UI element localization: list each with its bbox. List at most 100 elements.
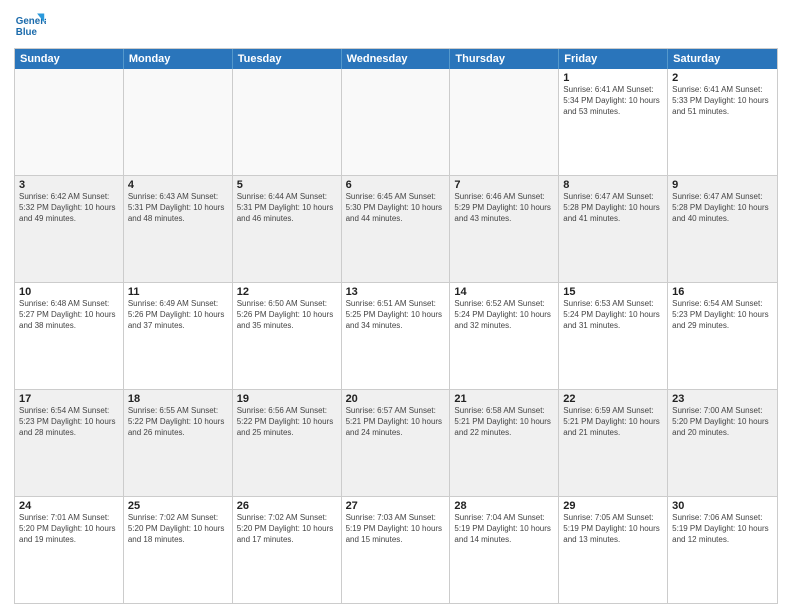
calendar-cell: 22Sunrise: 6:59 AM Sunset: 5:21 PM Dayli… [559, 390, 668, 496]
day-info: Sunrise: 7:04 AM Sunset: 5:19 PM Dayligh… [454, 513, 554, 545]
day-info: Sunrise: 6:59 AM Sunset: 5:21 PM Dayligh… [563, 406, 663, 438]
day-info: Sunrise: 7:05 AM Sunset: 5:19 PM Dayligh… [563, 513, 663, 545]
day-info: Sunrise: 6:58 AM Sunset: 5:21 PM Dayligh… [454, 406, 554, 438]
day-info: Sunrise: 7:00 AM Sunset: 5:20 PM Dayligh… [672, 406, 773, 438]
weekday-header-sunday: Sunday [15, 49, 124, 69]
day-number: 10 [19, 286, 119, 298]
calendar-cell: 15Sunrise: 6:53 AM Sunset: 5:24 PM Dayli… [559, 283, 668, 389]
day-info: Sunrise: 6:48 AM Sunset: 5:27 PM Dayligh… [19, 299, 119, 331]
calendar-cell: 21Sunrise: 6:58 AM Sunset: 5:21 PM Dayli… [450, 390, 559, 496]
calendar-cell: 25Sunrise: 7:02 AM Sunset: 5:20 PM Dayli… [124, 497, 233, 603]
day-number: 24 [19, 500, 119, 512]
day-info: Sunrise: 7:01 AM Sunset: 5:20 PM Dayligh… [19, 513, 119, 545]
weekday-header-tuesday: Tuesday [233, 49, 342, 69]
day-info: Sunrise: 6:54 AM Sunset: 5:23 PM Dayligh… [672, 299, 773, 331]
calendar-cell: 12Sunrise: 6:50 AM Sunset: 5:26 PM Dayli… [233, 283, 342, 389]
day-number: 9 [672, 179, 773, 191]
day-info: Sunrise: 6:47 AM Sunset: 5:28 PM Dayligh… [563, 192, 663, 224]
day-info: Sunrise: 6:52 AM Sunset: 5:24 PM Dayligh… [454, 299, 554, 331]
header: General Blue [14, 10, 778, 42]
day-number: 3 [19, 179, 119, 191]
day-number: 23 [672, 393, 773, 405]
calendar-cell: 1Sunrise: 6:41 AM Sunset: 5:34 PM Daylig… [559, 69, 668, 175]
calendar-cell: 13Sunrise: 6:51 AM Sunset: 5:25 PM Dayli… [342, 283, 451, 389]
calendar-cell [450, 69, 559, 175]
day-number: 28 [454, 500, 554, 512]
day-info: Sunrise: 6:56 AM Sunset: 5:22 PM Dayligh… [237, 406, 337, 438]
day-number: 18 [128, 393, 228, 405]
calendar-header: SundayMondayTuesdayWednesdayThursdayFrid… [15, 49, 777, 69]
day-number: 8 [563, 179, 663, 191]
calendar-cell [342, 69, 451, 175]
calendar-cell [15, 69, 124, 175]
calendar-cell: 8Sunrise: 6:47 AM Sunset: 5:28 PM Daylig… [559, 176, 668, 282]
calendar-cell: 6Sunrise: 6:45 AM Sunset: 5:30 PM Daylig… [342, 176, 451, 282]
day-info: Sunrise: 6:46 AM Sunset: 5:29 PM Dayligh… [454, 192, 554, 224]
day-number: 27 [346, 500, 446, 512]
day-number: 20 [346, 393, 446, 405]
day-info: Sunrise: 6:44 AM Sunset: 5:31 PM Dayligh… [237, 192, 337, 224]
day-number: 22 [563, 393, 663, 405]
day-number: 4 [128, 179, 228, 191]
day-number: 6 [346, 179, 446, 191]
calendar-cell: 17Sunrise: 6:54 AM Sunset: 5:23 PM Dayli… [15, 390, 124, 496]
day-number: 19 [237, 393, 337, 405]
day-info: Sunrise: 6:51 AM Sunset: 5:25 PM Dayligh… [346, 299, 446, 331]
calendar-cell: 4Sunrise: 6:43 AM Sunset: 5:31 PM Daylig… [124, 176, 233, 282]
calendar-cell [233, 69, 342, 175]
day-number: 13 [346, 286, 446, 298]
calendar-cell: 19Sunrise: 6:56 AM Sunset: 5:22 PM Dayli… [233, 390, 342, 496]
day-number: 17 [19, 393, 119, 405]
calendar-cell: 26Sunrise: 7:02 AM Sunset: 5:20 PM Dayli… [233, 497, 342, 603]
calendar-cell: 3Sunrise: 6:42 AM Sunset: 5:32 PM Daylig… [15, 176, 124, 282]
calendar-cell: 14Sunrise: 6:52 AM Sunset: 5:24 PM Dayli… [450, 283, 559, 389]
calendar-cell: 24Sunrise: 7:01 AM Sunset: 5:20 PM Dayli… [15, 497, 124, 603]
calendar-cell: 9Sunrise: 6:47 AM Sunset: 5:28 PM Daylig… [668, 176, 777, 282]
day-info: Sunrise: 7:06 AM Sunset: 5:19 PM Dayligh… [672, 513, 773, 545]
calendar-cell: 2Sunrise: 6:41 AM Sunset: 5:33 PM Daylig… [668, 69, 777, 175]
calendar-body: 1Sunrise: 6:41 AM Sunset: 5:34 PM Daylig… [15, 69, 777, 603]
day-info: Sunrise: 6:47 AM Sunset: 5:28 PM Dayligh… [672, 192, 773, 224]
day-info: Sunrise: 6:45 AM Sunset: 5:30 PM Dayligh… [346, 192, 446, 224]
day-number: 26 [237, 500, 337, 512]
calendar-row-4: 24Sunrise: 7:01 AM Sunset: 5:20 PM Dayli… [15, 496, 777, 603]
calendar-row-3: 17Sunrise: 6:54 AM Sunset: 5:23 PM Dayli… [15, 389, 777, 496]
day-info: Sunrise: 6:55 AM Sunset: 5:22 PM Dayligh… [128, 406, 228, 438]
day-info: Sunrise: 6:43 AM Sunset: 5:31 PM Dayligh… [128, 192, 228, 224]
weekday-header-monday: Monday [124, 49, 233, 69]
day-number: 2 [672, 72, 773, 84]
calendar: SundayMondayTuesdayWednesdayThursdayFrid… [14, 48, 778, 604]
day-info: Sunrise: 6:41 AM Sunset: 5:33 PM Dayligh… [672, 85, 773, 117]
calendar-cell: 29Sunrise: 7:05 AM Sunset: 5:19 PM Dayli… [559, 497, 668, 603]
day-info: Sunrise: 6:53 AM Sunset: 5:24 PM Dayligh… [563, 299, 663, 331]
calendar-cell: 27Sunrise: 7:03 AM Sunset: 5:19 PM Dayli… [342, 497, 451, 603]
weekday-header-wednesday: Wednesday [342, 49, 451, 69]
day-info: Sunrise: 6:49 AM Sunset: 5:26 PM Dayligh… [128, 299, 228, 331]
weekday-header-friday: Friday [559, 49, 668, 69]
calendar-cell: 28Sunrise: 7:04 AM Sunset: 5:19 PM Dayli… [450, 497, 559, 603]
calendar-row-2: 10Sunrise: 6:48 AM Sunset: 5:27 PM Dayli… [15, 282, 777, 389]
page: General Blue SundayMondayTuesdayWednesda… [0, 0, 792, 612]
weekday-header-thursday: Thursday [450, 49, 559, 69]
day-number: 16 [672, 286, 773, 298]
day-number: 1 [563, 72, 663, 84]
day-number: 29 [563, 500, 663, 512]
day-info: Sunrise: 6:54 AM Sunset: 5:23 PM Dayligh… [19, 406, 119, 438]
day-info: Sunrise: 6:50 AM Sunset: 5:26 PM Dayligh… [237, 299, 337, 331]
day-info: Sunrise: 6:57 AM Sunset: 5:21 PM Dayligh… [346, 406, 446, 438]
calendar-cell: 18Sunrise: 6:55 AM Sunset: 5:22 PM Dayli… [124, 390, 233, 496]
day-number: 15 [563, 286, 663, 298]
calendar-cell: 10Sunrise: 6:48 AM Sunset: 5:27 PM Dayli… [15, 283, 124, 389]
calendar-cell: 30Sunrise: 7:06 AM Sunset: 5:19 PM Dayli… [668, 497, 777, 603]
day-number: 5 [237, 179, 337, 191]
day-info: Sunrise: 7:03 AM Sunset: 5:19 PM Dayligh… [346, 513, 446, 545]
day-number: 30 [672, 500, 773, 512]
day-info: Sunrise: 6:42 AM Sunset: 5:32 PM Dayligh… [19, 192, 119, 224]
calendar-cell [124, 69, 233, 175]
calendar-cell: 20Sunrise: 6:57 AM Sunset: 5:21 PM Dayli… [342, 390, 451, 496]
day-number: 14 [454, 286, 554, 298]
day-number: 11 [128, 286, 228, 298]
day-info: Sunrise: 7:02 AM Sunset: 5:20 PM Dayligh… [237, 513, 337, 545]
calendar-cell: 5Sunrise: 6:44 AM Sunset: 5:31 PM Daylig… [233, 176, 342, 282]
svg-text:Blue: Blue [16, 27, 38, 38]
